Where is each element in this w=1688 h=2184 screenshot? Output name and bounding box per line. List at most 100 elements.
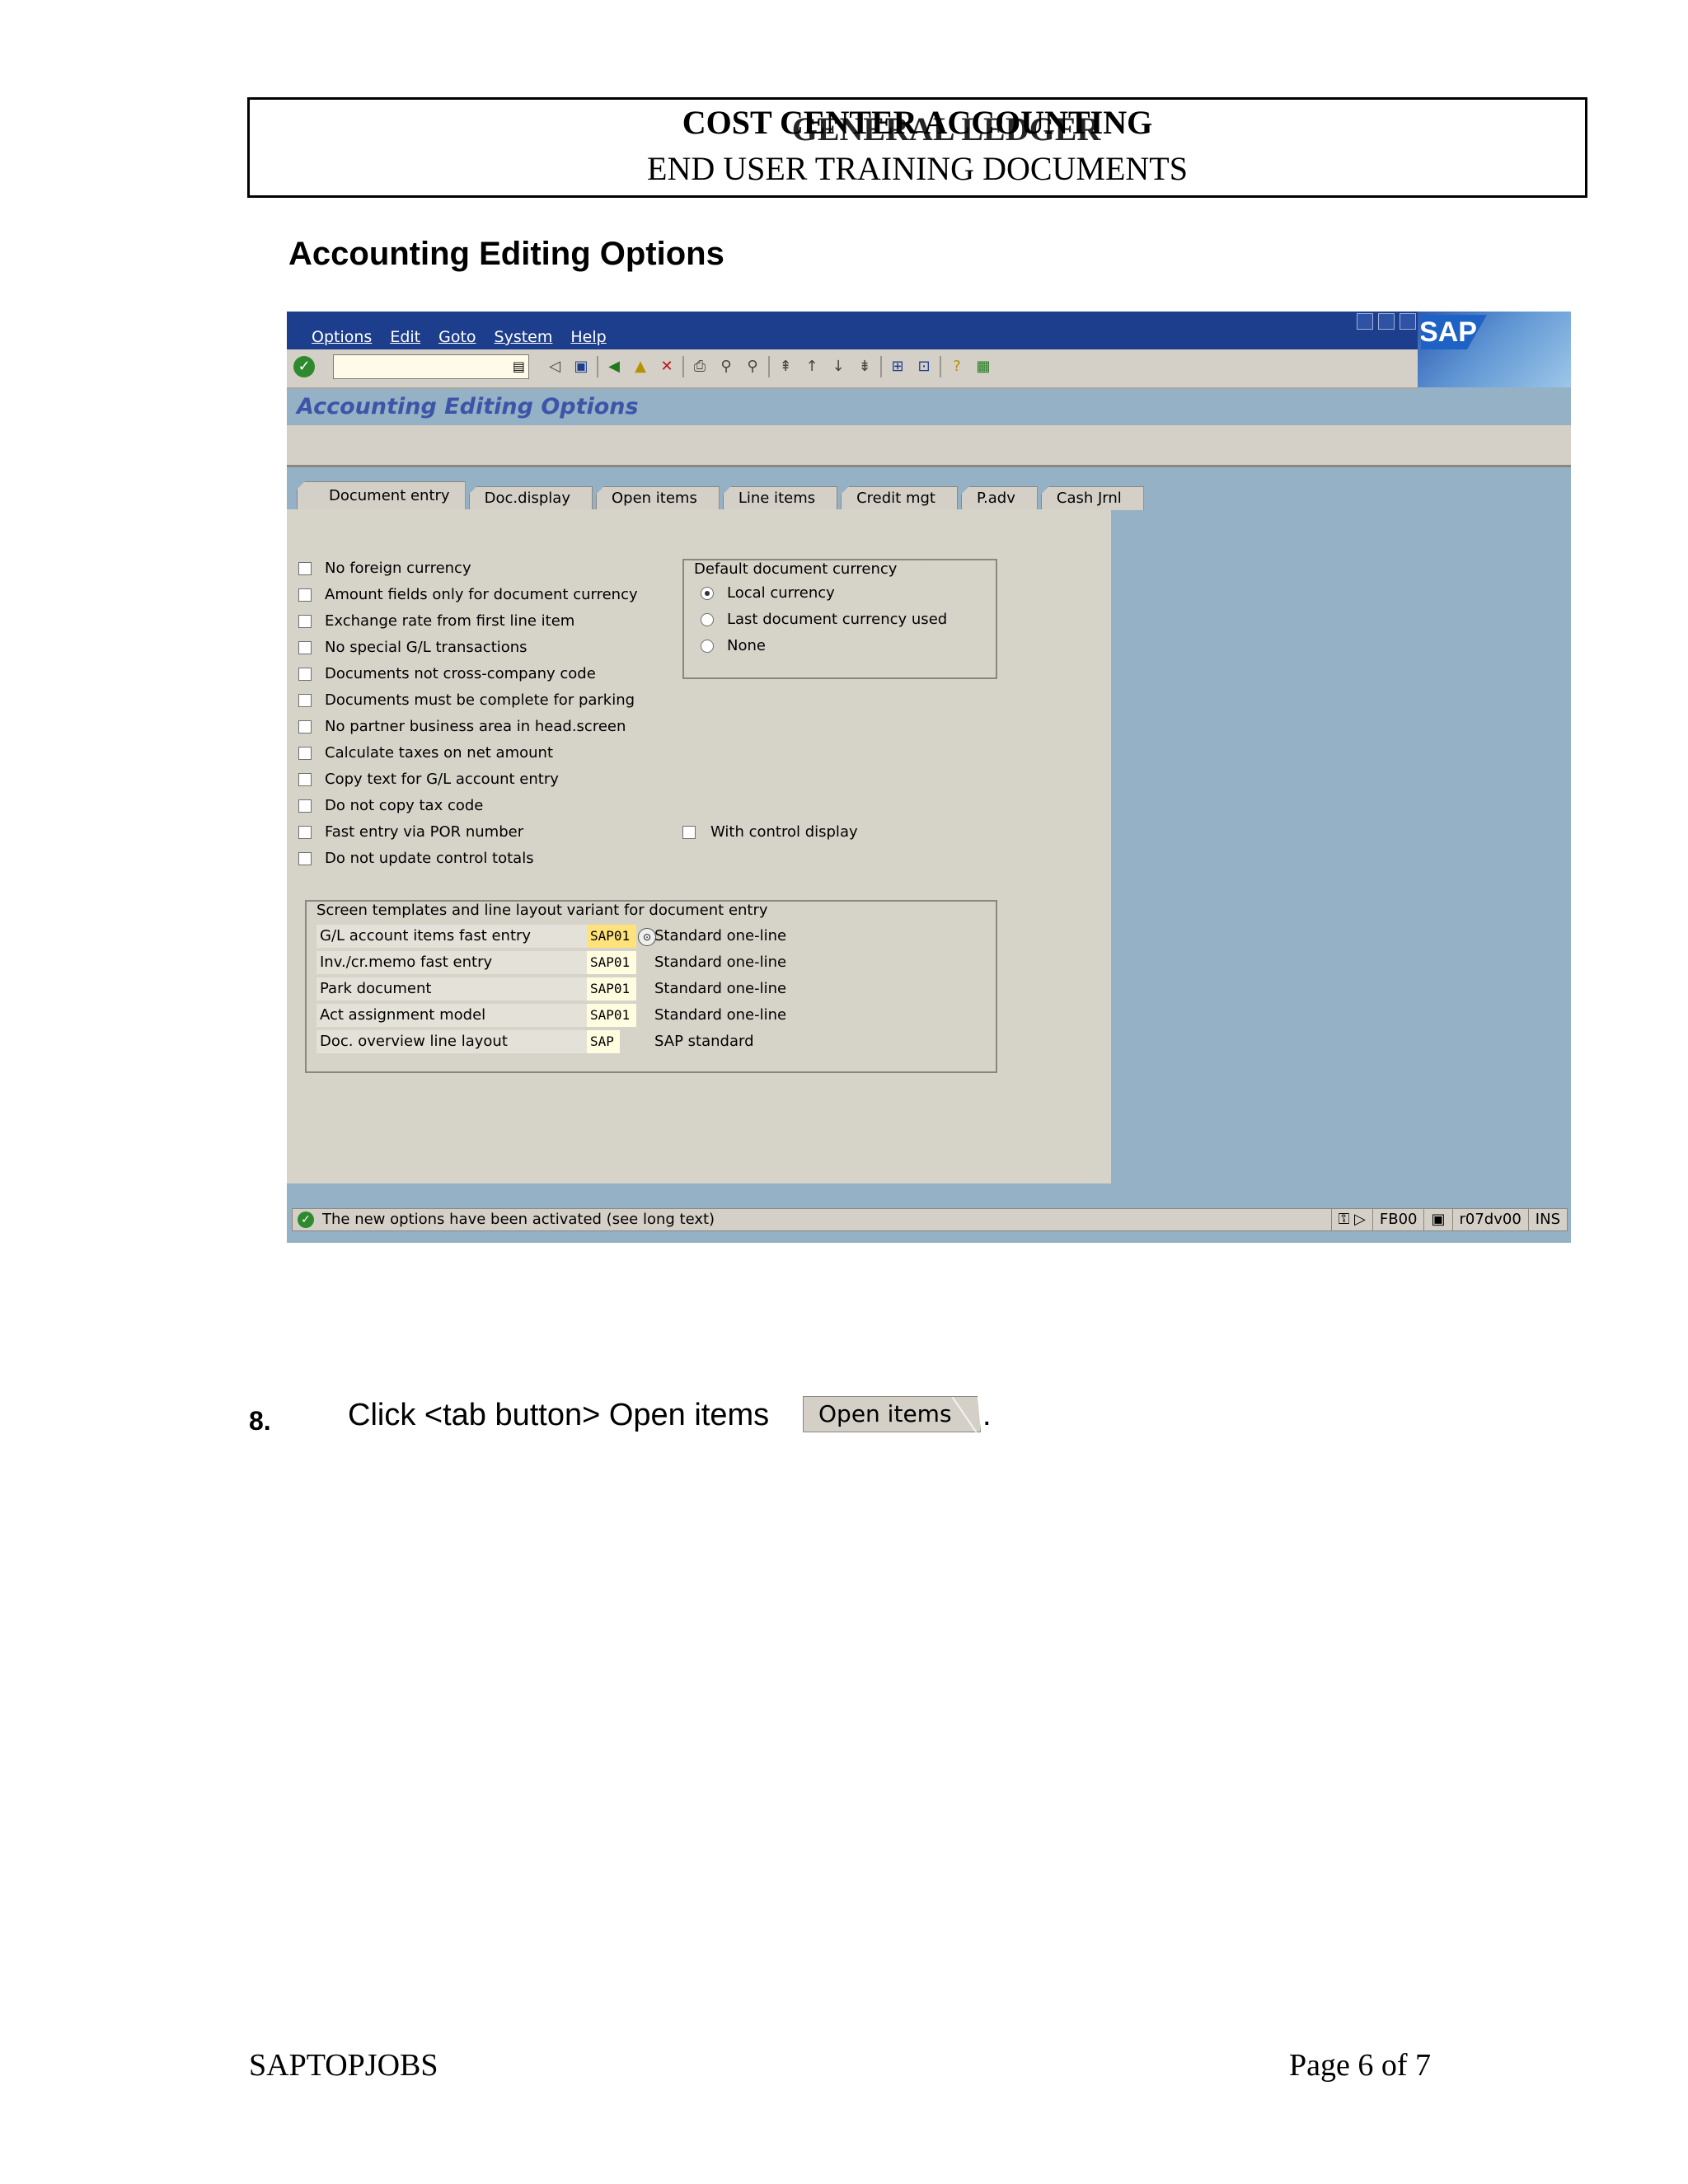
checkbox-no-special-gl[interactable]: [298, 641, 312, 654]
checkbox-label: Do not update control totals: [325, 850, 534, 867]
step-text: Click <tab button> Open items: [348, 1398, 770, 1432]
sap-screenshot: Options Edit Goto System Help SAP ✓ ▤ ◁ …: [287, 312, 1571, 1243]
checkbox-label: No foreign currency: [325, 560, 471, 577]
command-field[interactable]: ▤: [333, 354, 529, 379]
status-system-icon[interactable]: ▣: [1423, 1209, 1451, 1230]
close-window-button[interactable]: [1400, 313, 1416, 330]
template-row-label: Doc. overview line layout: [316, 1030, 587, 1053]
status-transaction: FB00: [1372, 1209, 1424, 1230]
checkbox-complete-for-parking[interactable]: [298, 694, 312, 707]
menu-system[interactable]: System: [495, 328, 553, 346]
step-number: 8.: [249, 1406, 271, 1436]
toolbar-separator: [682, 356, 684, 377]
first-page-icon[interactable]: ⇞: [775, 356, 796, 377]
find-next-icon[interactable]: ⚲: [742, 356, 763, 377]
document-header: COST CENTER ACCOUNTING GENERAL LEDGER EN…: [247, 97, 1587, 198]
checkbox-fast-entry-por[interactable]: [298, 826, 312, 839]
possible-entries-icon[interactable]: ⊙: [638, 928, 656, 946]
checkbox-no-foreign-currency[interactable]: [298, 562, 312, 575]
footer-page-number: Page 6 of 7: [1289, 2048, 1432, 2083]
toolbar-icons: ◁ ▣ ◀ ▲ ✕ ⎙ ⚲ ⚲ ⇞ ↑ ↓ ⇟ ⊞ ⊡ ? ▦: [544, 356, 994, 377]
template-row-label: G/L account items fast entry: [316, 925, 587, 948]
open-items-tab-image: Open items: [803, 1396, 981, 1432]
checkbox-copy-text-gl[interactable]: [298, 773, 312, 786]
tab-doc-display[interactable]: Doc.display: [468, 486, 593, 510]
template-variant-field[interactable]: SAP: [587, 1030, 620, 1053]
tab-cash-jrnl[interactable]: Cash Jrnl: [1040, 486, 1144, 510]
cancel-icon[interactable]: ✕: [656, 356, 678, 377]
exit-icon[interactable]: ▲: [630, 356, 651, 377]
checkbox-label: Documents not cross-company code: [325, 665, 596, 682]
tab-panel-document-entry: No foreign currency Amount fields only f…: [287, 509, 1111, 1183]
radio-label: None: [727, 637, 766, 654]
template-variant-field[interactable]: SAP01: [587, 977, 636, 1001]
template-row-desc: SAP standard: [654, 1033, 754, 1050]
find-icon[interactable]: ⚲: [715, 356, 737, 377]
checkbox-do-not-copy-tax-code[interactable]: [298, 799, 312, 813]
checkbox-not-cross-company[interactable]: [298, 668, 312, 681]
layout-menu-icon[interactable]: ▦: [973, 356, 994, 377]
create-session-icon[interactable]: ⊞: [887, 356, 908, 377]
tab-open-items[interactable]: Open items: [595, 486, 720, 510]
tab-document-entry[interactable]: Document entry: [297, 481, 466, 510]
menu-goto[interactable]: Goto: [438, 328, 476, 346]
tab-strip: Document entry Doc.display Open items Li…: [297, 481, 1147, 510]
back-arrow-icon[interactable]: ◁: [544, 356, 565, 377]
back-icon[interactable]: ◀: [603, 356, 625, 377]
command-dropdown-icon[interactable]: ▤: [513, 359, 525, 374]
checkbox-calculate-taxes-net[interactable]: [298, 747, 312, 760]
checkbox-label: With control display: [710, 823, 858, 841]
template-row-desc: Standard one-line: [654, 1006, 787, 1024]
default-currency-group: Default document currency Local currency…: [682, 559, 997, 679]
last-page-icon[interactable]: ⇟: [854, 356, 875, 377]
maximize-button[interactable]: [1378, 313, 1395, 330]
sap-title-bar: Options Edit Goto System Help: [287, 312, 1571, 349]
success-check-icon: ✓: [298, 1212, 314, 1228]
checkbox-label: No special G/L transactions: [325, 639, 528, 656]
next-page-icon[interactable]: ↓: [828, 356, 849, 377]
enter-check-icon[interactable]: ✓: [293, 356, 315, 377]
checkbox-with-control-display[interactable]: [682, 826, 696, 839]
screen-templates-group: Screen templates and line layout variant…: [305, 900, 997, 1073]
template-variant-field[interactable]: SAP01: [587, 951, 636, 974]
template-row-label: Act assignment model: [316, 1004, 587, 1027]
minimize-button[interactable]: [1357, 313, 1373, 330]
template-row-desc: Standard one-line: [654, 980, 787, 997]
group-title: Screen templates and line layout variant…: [313, 900, 801, 919]
toolbar-separator: [597, 356, 598, 377]
shortcut-icon[interactable]: ⊡: [913, 356, 935, 377]
toolbar-separator: [880, 356, 882, 377]
template-row-desc: Standard one-line: [654, 927, 787, 944]
checkbox-do-not-update-totals[interactable]: [298, 852, 312, 865]
toolbar-separator: [768, 356, 770, 377]
radio-local-currency[interactable]: [701, 587, 714, 600]
radio-last-document-currency[interactable]: [701, 613, 714, 626]
checkbox-amount-fields-doc-currency[interactable]: [298, 588, 312, 602]
checkbox-no-partner-business-area[interactable]: [298, 720, 312, 733]
menu-edit[interactable]: Edit: [390, 328, 420, 346]
template-row-label: Park document: [316, 977, 587, 1001]
template-row-desc: Standard one-line: [654, 954, 787, 971]
menu-options[interactable]: Options: [312, 328, 372, 346]
status-server: r07dv00: [1451, 1209, 1528, 1230]
status-message[interactable]: The new options have been activated (see…: [322, 1211, 715, 1228]
status-bar: ✓ The new options have been activated (s…: [292, 1208, 1568, 1231]
help-icon[interactable]: ?: [946, 356, 968, 377]
toolbar-separator: [940, 356, 941, 377]
tab-line-items[interactable]: Line items: [722, 486, 838, 510]
menu-help[interactable]: Help: [570, 328, 606, 346]
radio-label: Local currency: [727, 584, 835, 602]
tab-p-adv[interactable]: P.adv: [960, 486, 1038, 510]
radio-label: Last document currency used: [727, 611, 948, 628]
checkbox-exchange-rate-first-line[interactable]: [298, 615, 312, 628]
template-variant-field[interactable]: SAP01: [587, 925, 636, 948]
save-icon[interactable]: ▣: [570, 356, 592, 377]
radio-none[interactable]: [701, 640, 714, 653]
template-variant-field[interactable]: SAP01: [587, 1004, 636, 1027]
tab-credit-mgt[interactable]: Credit mgt: [841, 486, 958, 510]
section-title: Accounting Editing Options: [288, 236, 724, 272]
status-key-icon[interactable]: ⚿ ▷: [1330, 1209, 1372, 1230]
checkbox-label: Calculate taxes on net amount: [325, 744, 554, 762]
print-icon[interactable]: ⎙: [689, 356, 710, 377]
previous-page-icon[interactable]: ↑: [801, 356, 823, 377]
